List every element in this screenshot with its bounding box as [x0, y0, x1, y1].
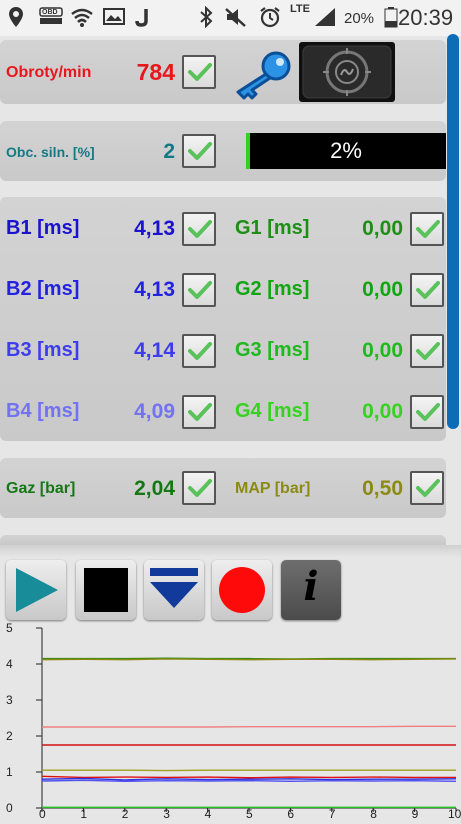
gaz-label: Gaz [bar]: [6, 480, 75, 498]
stop-icon: [76, 560, 136, 620]
rpm-value: 784: [120, 59, 175, 86]
obd-label: OBD: [42, 9, 58, 16]
x-tick-label: 8: [370, 807, 377, 819]
info-button[interactable]: i: [281, 560, 341, 620]
download-button[interactable]: [144, 560, 204, 620]
g3-value: 0,00: [340, 339, 403, 363]
x-tick-label: 0: [39, 807, 46, 819]
download-icon: [144, 560, 204, 620]
gaz-value: 2,04: [115, 477, 175, 501]
b4-value: 4,09: [110, 400, 175, 424]
series-line-2: [42, 659, 456, 660]
wifi-icon: [70, 6, 94, 33]
series-line-3: [42, 726, 456, 727]
gaz-checkbox[interactable]: [182, 471, 216, 505]
play-icon: [6, 560, 66, 620]
series-line-6: [42, 776, 456, 777]
g3-label: G3 [ms]: [235, 339, 309, 362]
g4-label: G4 [ms]: [235, 400, 309, 423]
lte-label: LTE: [290, 3, 310, 15]
status-bar: OBD LTE 20% 20:39: [0, 0, 461, 36]
y-tick-label: 3: [6, 693, 13, 707]
mute-icon: [224, 6, 248, 33]
g4-checkbox[interactable]: [410, 395, 444, 429]
g2-value: 0,00: [340, 278, 403, 302]
g1-value: 0,00: [340, 217, 403, 241]
g1-checkbox[interactable]: [410, 212, 444, 246]
play-button[interactable]: [6, 560, 66, 620]
x-tick-label: 7: [329, 807, 336, 819]
next-panel-edge: [0, 535, 446, 545]
x-tick-label: 10: [448, 807, 461, 819]
g3-checkbox[interactable]: [410, 334, 444, 368]
x-tick-label: 4: [205, 807, 212, 819]
clock: 20:39: [398, 5, 453, 31]
x-tick-label: 5: [246, 807, 253, 819]
b1-value: 4,13: [110, 217, 175, 241]
series-line-7: [42, 778, 456, 779]
map-label: MAP [bar]: [235, 480, 310, 498]
load-label: Obc. siln. [%]: [6, 144, 95, 160]
b4-label: B4 [ms]: [6, 400, 79, 423]
b3-value: 4,14: [110, 339, 175, 363]
g4-value: 0,00: [340, 400, 403, 424]
load-progress-text: 2%: [246, 138, 446, 164]
photo-message-icon: [102, 6, 126, 33]
lpg-switch-button[interactable]: [299, 42, 395, 102]
record-button[interactable]: [212, 560, 272, 620]
x-tick-label: 1: [80, 807, 87, 819]
g2-label: G2 [ms]: [235, 278, 309, 301]
map-checkbox[interactable]: [410, 471, 444, 505]
g2-checkbox[interactable]: [410, 273, 444, 307]
y-tick-label: 1: [6, 765, 13, 779]
j-app-icon: [134, 6, 152, 33]
b3-checkbox[interactable]: [182, 334, 216, 368]
b2-checkbox[interactable]: [182, 273, 216, 307]
alarm-icon: [258, 6, 282, 33]
load-progress-bar: 2%: [246, 133, 446, 169]
x-tick-label: 6: [287, 807, 294, 819]
divider: [0, 545, 461, 557]
y-tick-label: 0: [6, 801, 13, 815]
chart: 0 1 2 3 4 5 0 1 2 3 4 5 6 7 8 9 10: [0, 622, 461, 819]
bluetooth-icon: [198, 6, 214, 33]
location-pin-icon: [8, 6, 24, 33]
b3-label: B3 [ms]: [6, 339, 79, 362]
g1-label: G1 [ms]: [235, 217, 309, 240]
y-tick-label: 4: [6, 657, 13, 671]
rpm-checkbox[interactable]: [182, 55, 216, 89]
series-line-8: [42, 780, 456, 781]
b2-value: 4,13: [110, 278, 175, 302]
battery-icon: [384, 6, 398, 33]
b2-label: B2 [ms]: [6, 278, 79, 301]
stop-button[interactable]: [76, 560, 136, 620]
x-tick-label: 3: [163, 807, 170, 819]
info-icon: i: [281, 563, 341, 610]
x-tick-label: 9: [412, 807, 419, 819]
y-tick-label: 2: [6, 729, 13, 743]
load-checkbox[interactable]: [182, 134, 216, 168]
map-value: 0,50: [343, 477, 403, 501]
scrollbar[interactable]: [447, 34, 459, 429]
b4-checkbox[interactable]: [182, 395, 216, 429]
record-icon: [212, 560, 272, 620]
line-chart: 0 1 2 3 4 5 0 1 2 3 4 5 6 7 8 9 10: [0, 622, 461, 819]
key-icon[interactable]: [232, 50, 294, 105]
rpm-label: Obroty/min: [6, 64, 91, 82]
b1-label: B1 [ms]: [6, 217, 79, 240]
x-tick-label: 2: [122, 807, 129, 819]
y-tick-label: 5: [6, 622, 13, 635]
b1-checkbox[interactable]: [182, 212, 216, 246]
load-value: 2: [140, 140, 175, 164]
signal-icon: [313, 6, 337, 33]
battery-percent: 20%: [344, 10, 374, 27]
